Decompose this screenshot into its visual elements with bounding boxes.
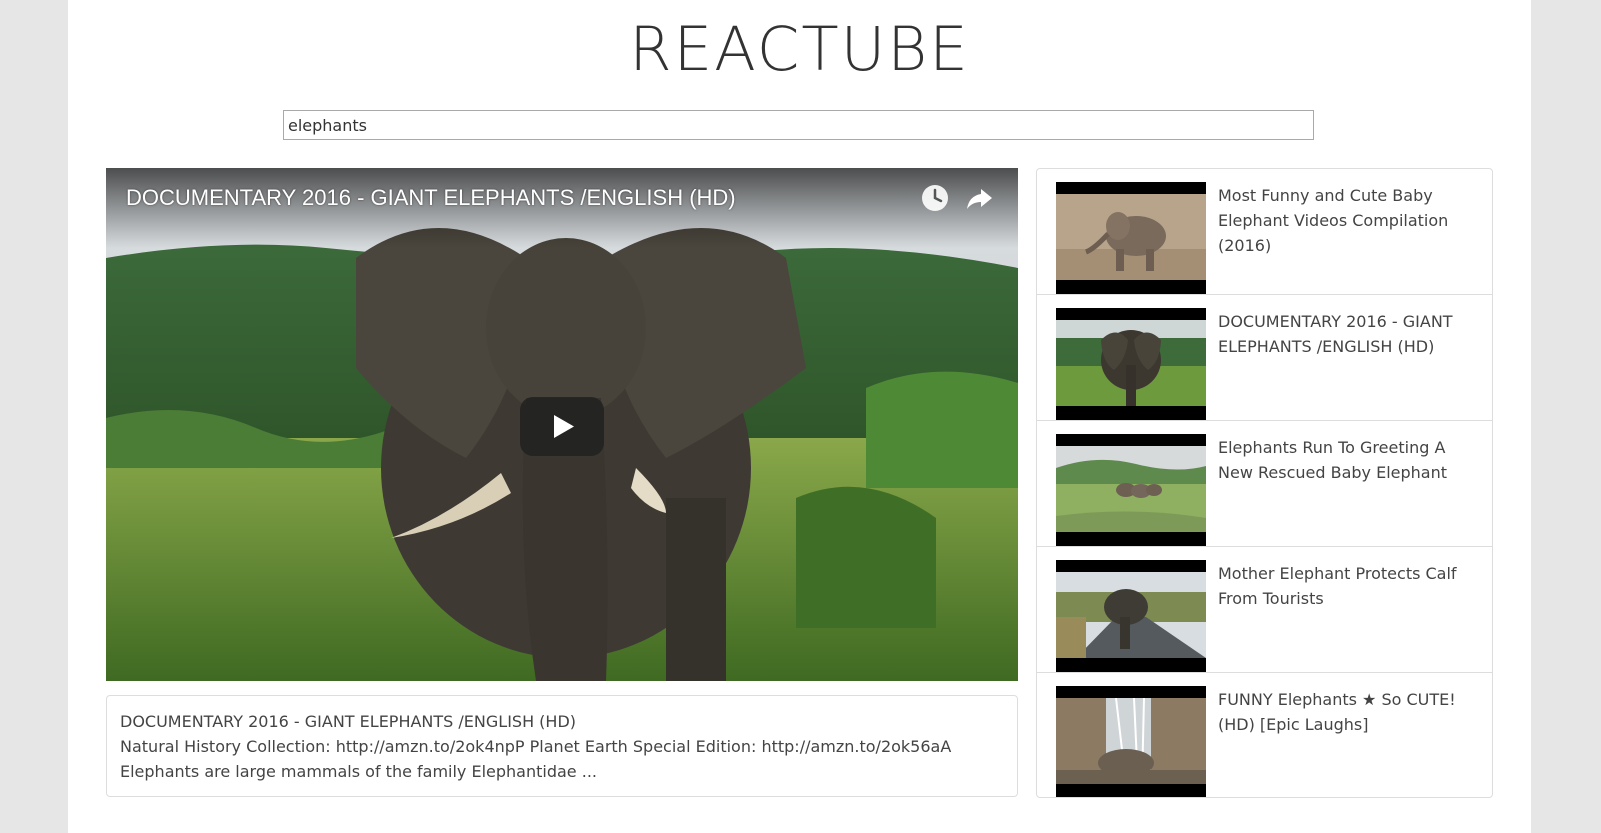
play-button[interactable] [520,397,604,456]
video-list-item[interactable]: FUNNY Elephants ★ So CUTE! (HD) [Epic La… [1037,673,1492,797]
video-thumbnail[interactable] [1056,308,1206,420]
video-list: Most Funny and Cute Baby Elephant Videos… [1036,168,1493,798]
video-list-item-title[interactable]: FUNNY Elephants ★ So CUTE! (HD) [Epic La… [1218,687,1473,737]
video-list-item[interactable]: Elephants Run To Greeting A New Rescued … [1037,421,1492,547]
video-thumbnail[interactable] [1056,560,1206,672]
video-list-item[interactable]: Most Funny and Cute Baby Elephant Videos… [1037,169,1492,295]
share-icon[interactable] [964,183,994,213]
play-icon [554,415,574,438]
app-title: REACTUBE [629,14,970,85]
player-title[interactable]: DOCUMENTARY 2016 - GIANT ELEPHANTS /ENGL… [126,185,736,211]
video-details-title: DOCUMENTARY 2016 - GIANT ELEPHANTS /ENGL… [120,712,577,731]
video-thumbnail[interactable] [1056,434,1206,546]
video-list-item[interactable]: DOCUMENTARY 2016 - GIANT ELEPHANTS /ENGL… [1037,295,1492,421]
video-list-item-title[interactable]: DOCUMENTARY 2016 - GIANT ELEPHANTS /ENGL… [1218,309,1473,359]
video-details-description-continued: Elephants are large mammals of the famil… [120,762,597,781]
video-list-item-title[interactable]: Elephants Run To Greeting A New Rescued … [1218,435,1473,485]
video-list-item-title[interactable]: Mother Elephant Protects Calf From Touri… [1218,561,1473,611]
video-player[interactable]: DOCUMENTARY 2016 - GIANT ELEPHANTS /ENGL… [106,168,1018,681]
video-list-item[interactable]: Mother Elephant Protects Calf From Touri… [1037,547,1492,673]
page-container: REACTUBE elephants DOCUMENTARY 2016 - GI… [68,0,1531,833]
video-thumbnail[interactable] [1056,686,1206,797]
video-list-item-title[interactable]: Most Funny and Cute Baby Elephant Videos… [1218,183,1473,258]
video-details: DOCUMENTARY 2016 - GIANT ELEPHANTS /ENGL… [106,695,1018,797]
search-input[interactable] [283,110,1314,140]
video-thumbnail[interactable] [1056,182,1206,294]
watch-later-icon[interactable] [920,183,950,213]
video-details-description: Natural History Collection: http://amzn.… [120,737,952,756]
